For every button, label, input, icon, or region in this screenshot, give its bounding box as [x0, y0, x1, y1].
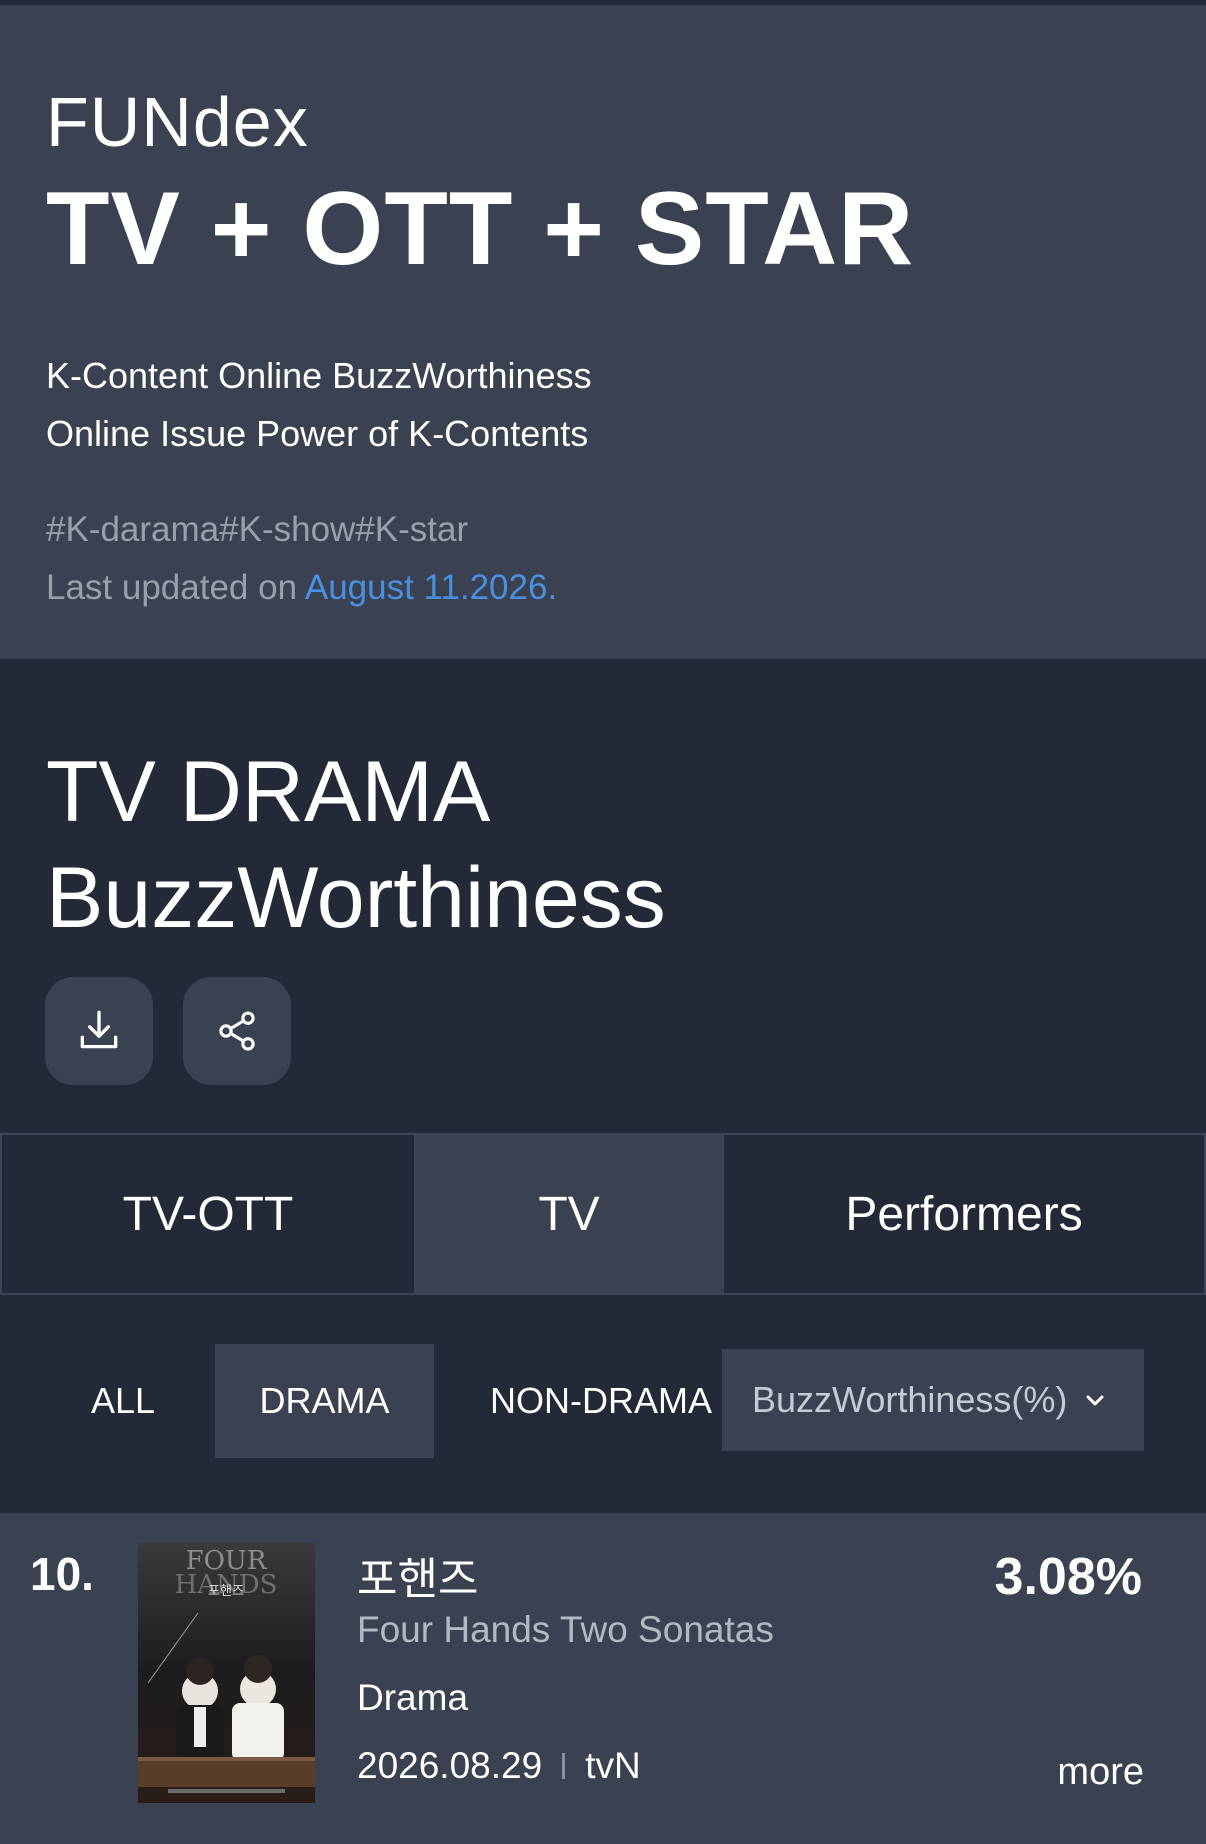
last-updated: Last updated on August 11.2026.	[46, 559, 1206, 617]
tagline-line-1: K-Content Online BuzzWorthiness	[46, 355, 592, 396]
last-updated-date: August 11.2026.	[304, 568, 558, 607]
category-tabs: TV-OTT TV Performers	[0, 1133, 1206, 1295]
tagline-line-2: Online Issue Power of K-Contents	[46, 413, 589, 454]
ranking-section-header: TV DRAMA BuzzWorthiness	[0, 659, 1206, 1137]
buzz-score: 3.08%	[994, 1548, 1142, 1606]
poster-title-korean: 포핸즈	[208, 1583, 244, 1599]
metric-select[interactable]: BuzzWorthiness(%)	[722, 1349, 1144, 1451]
hashtags: #K-darama#K-show#K-star	[46, 510, 469, 549]
hero-meta: #K-darama#K-show#K-star Last updated on …	[46, 501, 1206, 617]
share-icon	[219, 1011, 255, 1051]
download-button[interactable]	[45, 977, 153, 1085]
genre-label: Drama	[357, 1677, 469, 1718]
filter-all[interactable]: ALL	[58, 1344, 188, 1458]
hero-tagline: K-Content Online BuzzWorthiness Online I…	[46, 347, 1206, 463]
filter-drama[interactable]: DRAMA	[215, 1344, 434, 1458]
channel-name: tvN	[585, 1745, 641, 1786]
hero-banner: FUNdex TV + OTT + STAR K-Content Online …	[0, 5, 1206, 659]
filter-non-drama[interactable]: NON-DRAMA	[490, 1344, 712, 1458]
share-button[interactable]	[183, 977, 291, 1085]
air-date: 2026.08.29	[357, 1745, 543, 1786]
poster-image[interactable]: FOUR HANDS 포핸즈	[138, 1543, 315, 1803]
poster-artwork: FOUR HANDS 포핸즈	[138, 1543, 315, 1803]
section-title-line-2: BuzzWorthiness	[46, 850, 666, 946]
download-icon	[80, 1010, 118, 1049]
hero-headline: TV + OTT + STAR	[46, 171, 915, 287]
rank-number: 10.	[30, 1548, 94, 1600]
separator	[562, 1753, 566, 1779]
air-info: 2026.08.29 tvN	[357, 1745, 641, 1787]
genre-filters: ALL DRAMA NON-DRAMA BuzzWorthiness(%)	[0, 1295, 1206, 1513]
section-title-line-1: TV DRAMA	[46, 744, 491, 840]
more-link[interactable]: more	[1057, 1751, 1144, 1794]
brand-logo-text: FUNdex	[46, 83, 309, 161]
metric-select-value: BuzzWorthiness(%)	[752, 1379, 1068, 1420]
last-updated-label: Last updated on	[46, 568, 305, 607]
tab-tv-ott[interactable]: TV-OTT	[0, 1135, 414, 1293]
chevron-down-icon	[1083, 1388, 1107, 1412]
title-english: Four Hands Two Sonatas	[357, 1609, 774, 1650]
ranking-item[interactable]: 10. FOUR HANDS 포핸즈 포핸즈 Four Hands Two So…	[0, 1513, 1206, 1844]
section-title: TV DRAMA BuzzWorthiness	[46, 739, 666, 951]
tab-performers[interactable]: Performers	[722, 1135, 1206, 1293]
title-korean[interactable]: 포핸즈	[357, 1543, 478, 1607]
tab-tv[interactable]: TV	[414, 1135, 722, 1293]
